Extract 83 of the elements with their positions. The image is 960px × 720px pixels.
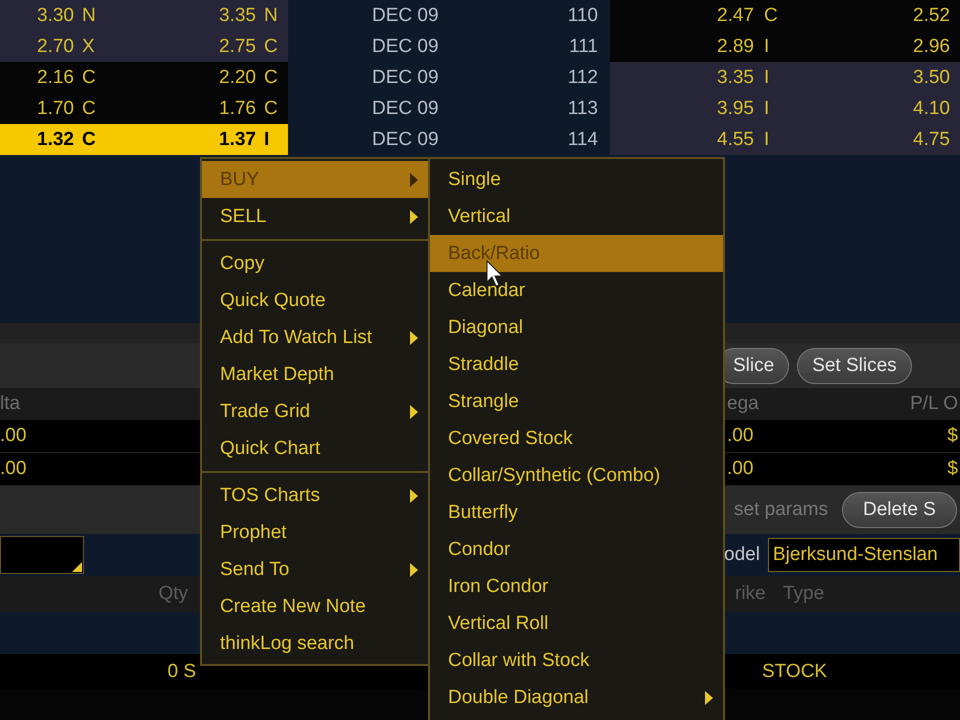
table-cell-text: 0 S bbox=[166, 660, 196, 682]
table-cell: 3.35 bbox=[105, 0, 260, 31]
menu-item[interactable]: Single bbox=[430, 161, 723, 198]
table-cell: .00 bbox=[0, 458, 26, 480]
delete-button[interactable]: Delete S bbox=[842, 492, 957, 528]
column-header: Qty bbox=[157, 583, 188, 605]
table-cell: X bbox=[78, 31, 105, 62]
menu-item[interactable]: Diagonal bbox=[430, 309, 723, 346]
table-cell: 1.37 bbox=[105, 124, 260, 155]
menu-item[interactable]: Prophet bbox=[202, 514, 428, 551]
submenu-arrow-icon bbox=[410, 404, 418, 418]
menu-item[interactable]: Quick Chart bbox=[202, 430, 428, 467]
table-cell: DEC 09 bbox=[288, 0, 500, 31]
menu-item[interactable]: SELL bbox=[202, 198, 428, 235]
table-cell: 3.50 bbox=[795, 62, 960, 93]
table-cell: C bbox=[78, 124, 105, 155]
table-cell: I bbox=[760, 93, 795, 124]
menu-item[interactable]: Vertical bbox=[430, 198, 723, 235]
model-label: odel bbox=[724, 544, 760, 566]
submenu-arrow-icon bbox=[410, 210, 418, 224]
table-cell: 1.32 bbox=[0, 124, 78, 155]
table-cell: I bbox=[760, 62, 795, 93]
menu-item[interactable]: Copy bbox=[202, 245, 428, 282]
column-header: ega bbox=[726, 393, 760, 415]
menu-item[interactable]: Create New Note bbox=[202, 588, 428, 625]
menu-item[interactable]: Send To bbox=[202, 551, 428, 588]
submenu-arrow-icon bbox=[410, 488, 418, 502]
table-cell: 111 bbox=[500, 31, 610, 62]
table-cell-text: STOCK bbox=[761, 660, 828, 682]
table-cell: 3.95 bbox=[610, 93, 760, 124]
table-cell: 3.35 bbox=[610, 62, 760, 93]
submenu-arrow-icon bbox=[410, 330, 418, 344]
toolbar-button[interactable]: Set Slices bbox=[797, 348, 912, 384]
table-cell: 113 bbox=[500, 93, 610, 124]
menu-item[interactable]: Collar with Stock bbox=[430, 642, 723, 679]
table-cell: DEC 09 bbox=[288, 31, 500, 62]
column-header: P/L O bbox=[909, 393, 959, 415]
table-cell: 4.10 bbox=[795, 93, 960, 124]
menu-item[interactable]: Strangle bbox=[430, 383, 723, 420]
menu-item[interactable]: Double Diagonal bbox=[430, 679, 723, 716]
menu-item[interactable]: Calendar bbox=[430, 272, 723, 309]
menu-item[interactable]: Butterfly bbox=[430, 494, 723, 531]
table-cell: I bbox=[760, 124, 795, 155]
table-cell-text: .00 bbox=[726, 458, 754, 480]
table-cell: N bbox=[78, 0, 105, 31]
column-header: lta bbox=[0, 393, 20, 415]
menu-item[interactable]: thinkLog search bbox=[202, 625, 428, 662]
set-params-label: set params bbox=[734, 499, 828, 521]
menu-item[interactable]: Add To Watch List bbox=[202, 319, 428, 356]
table-cell: .00 bbox=[0, 425, 26, 447]
table-cell: 114 bbox=[500, 124, 610, 155]
table-cell: 2.70 bbox=[0, 31, 78, 62]
menu-item[interactable]: Quick Quote bbox=[202, 282, 428, 319]
submenu-arrow-icon bbox=[410, 172, 418, 186]
table-cell: 112 bbox=[500, 62, 610, 93]
menu-item[interactable]: Collar/Synthetic (Combo) bbox=[430, 457, 723, 494]
column-header: rike bbox=[735, 583, 767, 605]
table-cell: DEC 09 bbox=[288, 62, 500, 93]
menu-item[interactable]: TOS Charts bbox=[202, 477, 428, 514]
input-field[interactable] bbox=[0, 536, 84, 574]
table-cell: 110 bbox=[500, 0, 610, 31]
table-cell: 2.75 bbox=[105, 31, 260, 62]
table-cell: C bbox=[260, 31, 288, 62]
submenu-arrow-icon bbox=[410, 562, 418, 576]
menu-item[interactable]: Market Depth bbox=[202, 356, 428, 393]
table-cell-text: $ bbox=[946, 425, 959, 447]
menu-item[interactable]: Trade Grid bbox=[202, 393, 428, 430]
menu-item[interactable]: Vertical Roll bbox=[430, 605, 723, 642]
table-cell: DEC 09 bbox=[288, 124, 500, 155]
menu-item[interactable]: Condor bbox=[430, 531, 723, 568]
submenu-arrow-icon bbox=[705, 690, 713, 704]
table-cell: N bbox=[260, 0, 288, 31]
table-cell-text: .00 bbox=[726, 425, 754, 447]
table-cell: I bbox=[260, 124, 288, 155]
menu-item[interactable]: Iron Condor bbox=[430, 568, 723, 605]
table-cell: 4.75 bbox=[795, 124, 960, 155]
table-cell-text: $ bbox=[946, 458, 959, 480]
table-cell: DEC 09 bbox=[288, 93, 500, 124]
table-cell: 4.55 bbox=[610, 124, 760, 155]
menu-item[interactable]: Covered Stock bbox=[430, 420, 723, 457]
table-cell: 3.30 bbox=[0, 0, 78, 31]
model-field[interactable]: Bjerksund-Stenslan bbox=[768, 538, 960, 572]
column-header: Type bbox=[783, 583, 826, 605]
